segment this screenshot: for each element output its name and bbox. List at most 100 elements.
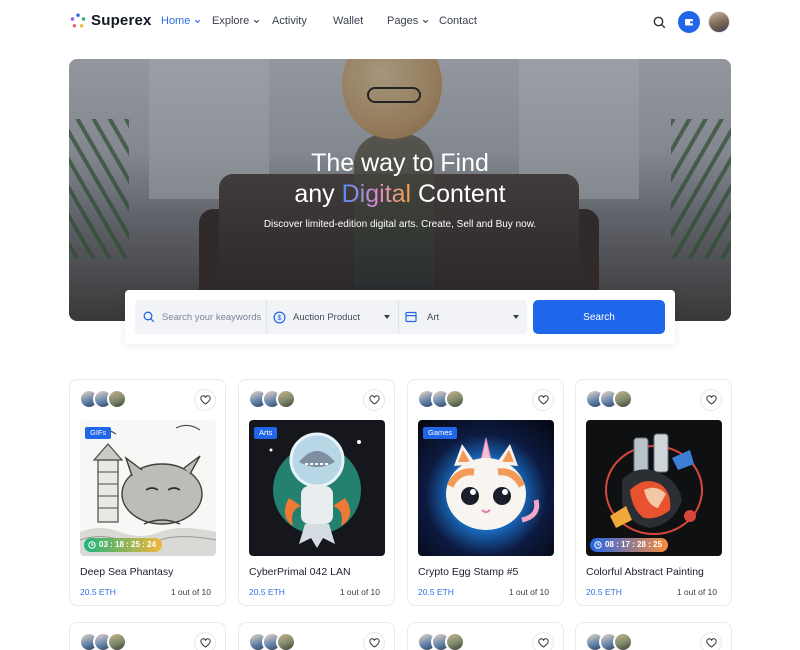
nft-card[interactable] bbox=[238, 622, 395, 650]
like-button[interactable] bbox=[363, 389, 385, 411]
nft-title[interactable]: Deep Sea Phantasy bbox=[80, 566, 173, 578]
search-button[interactable] bbox=[648, 11, 670, 33]
nav-pages-label: Pages bbox=[387, 15, 419, 27]
like-button[interactable] bbox=[194, 389, 216, 411]
caret-down-icon bbox=[513, 315, 519, 319]
auction-select-value: Auction Product bbox=[293, 311, 361, 323]
nft-title[interactable]: CyberPrimal 042 LAN bbox=[249, 566, 351, 578]
search-icon bbox=[143, 311, 155, 323]
countdown-timer-value: 08 : 17 : 28 : 25 bbox=[605, 540, 662, 549]
category-badge: GIFs bbox=[85, 427, 112, 439]
nft-card[interactable] bbox=[407, 622, 564, 650]
nft-price: 20.5 ETH bbox=[586, 587, 622, 597]
hero-subtitle: Discover limited-edition digital arts. C… bbox=[263, 219, 537, 230]
countdown-timer-value: 03 : 18 : 25 : 24 bbox=[99, 540, 156, 549]
category-select-value: Art bbox=[427, 311, 440, 323]
heart-icon bbox=[537, 638, 549, 648]
nft-card[interactable]: 08 : 17 : 28 : 25 Colorful Abstract Pain… bbox=[575, 379, 732, 606]
search-fields: Search your keaywords $ Auction Product … bbox=[135, 300, 527, 334]
nft-image[interactable]: GIFs 03 : 18 : 25 : 24 bbox=[80, 420, 216, 556]
heart-icon bbox=[705, 395, 717, 405]
unicorn-cat-artwork bbox=[446, 437, 540, 530]
clock-icon bbox=[88, 541, 96, 549]
nft-card[interactable]: Arts CyberPrimal 042 LAN 20.5 ETH 1 out … bbox=[238, 379, 395, 606]
hero-title-highlight: Digital bbox=[341, 180, 412, 208]
search-submit-button[interactable]: Search bbox=[533, 300, 665, 334]
nft-price: 20.5 ETH bbox=[80, 587, 116, 597]
category-badge: Games bbox=[423, 427, 458, 439]
nav-explore-label: Explore bbox=[212, 15, 250, 27]
countdown-timer: 08 : 17 : 28 : 25 bbox=[590, 538, 668, 552]
nft-card[interactable]: GIFs 03 : 18 : 25 : 24 Deep Sea Phantasy… bbox=[69, 379, 226, 606]
nft-title[interactable]: Colorful Abstract Painting bbox=[586, 566, 704, 578]
category-select[interactable]: Art bbox=[399, 300, 527, 334]
nav-pages[interactable]: Pages bbox=[387, 15, 439, 27]
like-button[interactable] bbox=[700, 632, 722, 650]
avatar[interactable] bbox=[613, 389, 633, 409]
avatar[interactable] bbox=[276, 389, 296, 409]
nav-wallet[interactable]: Wallet bbox=[333, 15, 387, 27]
avatar[interactable] bbox=[276, 632, 296, 650]
creator-avatars bbox=[79, 632, 127, 650]
nft-price: 20.5 ETH bbox=[418, 587, 454, 597]
caret-down-icon bbox=[384, 315, 390, 319]
brand-logo[interactable]: Superex bbox=[70, 12, 152, 29]
nft-image[interactable]: 08 : 17 : 28 : 25 bbox=[586, 420, 722, 556]
like-button[interactable] bbox=[532, 632, 554, 650]
nft-card[interactable]: Games Crypto Egg Stamp #5 20.5 ETH 1 out… bbox=[407, 379, 564, 606]
creator-avatars bbox=[248, 389, 296, 409]
nav-activity[interactable]: Activity bbox=[272, 15, 333, 27]
hero-title-suffix: Content bbox=[411, 180, 506, 208]
creator-avatars bbox=[79, 389, 127, 409]
user-avatar[interactable] bbox=[708, 11, 730, 33]
nft-image[interactable]: Games bbox=[418, 420, 554, 556]
monster-artwork bbox=[80, 424, 216, 556]
nav-home[interactable]: Home bbox=[161, 15, 212, 27]
nav-actions bbox=[648, 11, 730, 33]
like-button[interactable] bbox=[363, 632, 385, 650]
clock-icon bbox=[594, 541, 602, 549]
nft-edition-count: 1 out of 10 bbox=[508, 587, 549, 597]
nft-edition-count: 1 out of 10 bbox=[339, 587, 380, 597]
like-button[interactable] bbox=[194, 632, 216, 650]
avatar[interactable] bbox=[107, 389, 127, 409]
chevron-down-icon bbox=[195, 19, 201, 23]
nft-title[interactable]: Crypto Egg Stamp #5 bbox=[418, 566, 518, 578]
like-button[interactable] bbox=[532, 389, 554, 411]
avatar[interactable] bbox=[107, 632, 127, 650]
nft-card[interactable] bbox=[575, 622, 732, 650]
avatar[interactable] bbox=[445, 632, 465, 650]
wallet-icon bbox=[685, 19, 693, 26]
auction-select[interactable]: $ Auction Product bbox=[267, 300, 399, 334]
search-icon bbox=[653, 16, 665, 28]
category-badge: Arts bbox=[254, 427, 278, 439]
wallet-button[interactable] bbox=[678, 11, 700, 33]
nft-price: 20.5 ETH bbox=[249, 587, 285, 597]
like-button[interactable] bbox=[700, 389, 722, 411]
heart-icon bbox=[199, 395, 211, 405]
keyword-search-field[interactable]: Search your keaywords bbox=[135, 300, 267, 334]
shark-astronaut-artwork bbox=[269, 432, 361, 548]
avatar[interactable] bbox=[445, 389, 465, 409]
search-panel: Search your keaywords $ Auction Product … bbox=[125, 290, 675, 344]
nav-explore[interactable]: Explore bbox=[212, 15, 272, 27]
creator-avatars bbox=[248, 632, 296, 650]
search-input[interactable]: Search your keaywords bbox=[162, 312, 261, 323]
heart-icon bbox=[368, 638, 380, 648]
logo-icon bbox=[70, 13, 86, 29]
heart-icon bbox=[199, 638, 211, 648]
dollar-icon: $ bbox=[273, 310, 286, 324]
nav-activity-label: Activity bbox=[272, 15, 307, 27]
nav-wallet-label: Wallet bbox=[333, 15, 364, 27]
hero-title-line2: any Digital Content bbox=[69, 179, 731, 210]
avatar[interactable] bbox=[613, 632, 633, 650]
creator-avatars bbox=[585, 389, 633, 409]
main-menu: Home Explore Activity Wallet Pages Conta… bbox=[161, 15, 477, 27]
nft-edition-count: 1 out of 10 bbox=[170, 587, 211, 597]
nav-contact[interactable]: Contact bbox=[439, 15, 477, 27]
nft-card[interactable] bbox=[69, 622, 226, 650]
nft-edition-count: 1 out of 10 bbox=[676, 587, 717, 597]
heart-icon bbox=[705, 638, 717, 648]
category-icon bbox=[405, 311, 417, 323]
nft-image[interactable]: Arts bbox=[249, 420, 385, 556]
